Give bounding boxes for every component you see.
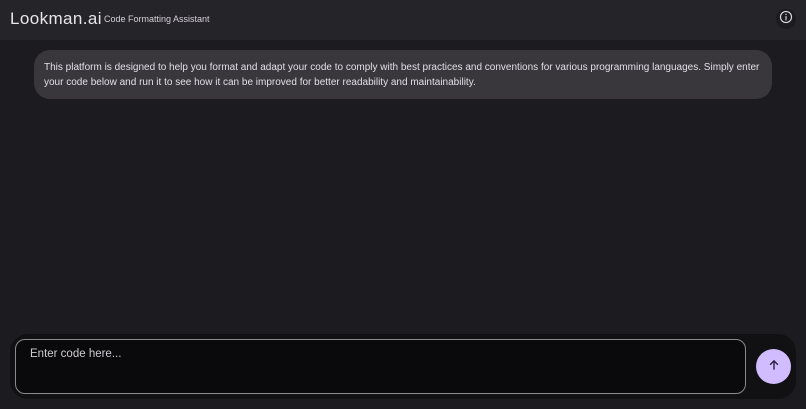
message-text: This platform is designed to help you fo… — [44, 62, 760, 88]
app-subtitle: Code Formatting Assistant — [104, 14, 210, 24]
send-button[interactable] — [756, 349, 791, 384]
info-icon — [779, 10, 793, 29]
assistant-message: This platform is designed to help you fo… — [34, 50, 772, 99]
code-input[interactable] — [15, 339, 746, 394]
app-window: Lookman.ai Code Formatting Assistant Thi… — [0, 0, 806, 409]
brand-logo-text: Lookman.ai — [10, 9, 102, 28]
top-bar: Lookman.ai Code Formatting Assistant — [0, 0, 806, 40]
arrow-up-icon — [767, 358, 781, 375]
info-button[interactable] — [776, 9, 796, 29]
